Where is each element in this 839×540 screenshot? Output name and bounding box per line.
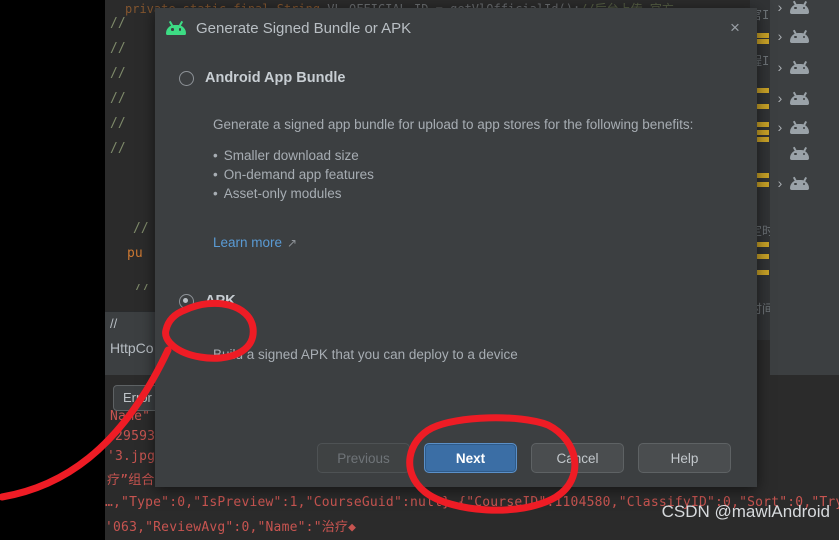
benefit-item: Smaller download size bbox=[213, 146, 733, 165]
radio-bundle-label: Android App Bundle bbox=[205, 70, 346, 86]
chevron-right-icon[interactable]: › bbox=[770, 0, 790, 14]
code-comment-line: // bbox=[110, 41, 126, 56]
bundle-benefits-list: Smaller download size On-demand app feat… bbox=[213, 146, 733, 203]
radio-option-android-app-bundle[interactable]: Android App Bundle bbox=[179, 70, 733, 86]
code-keyword-snippet: pu bbox=[127, 246, 143, 261]
chevron-right-icon[interactable]: › bbox=[770, 29, 790, 43]
code-comment-line: // bbox=[110, 66, 126, 81]
device-tree-panel[interactable]: › › › › › › bbox=[770, 0, 839, 375]
code-comment-line: // bbox=[110, 91, 126, 106]
breadcrumb-label: // bbox=[110, 316, 118, 331]
benefit-item: On-demand app features bbox=[213, 165, 733, 184]
dialog-titlebar: Generate Signed Bundle or APK × bbox=[155, 8, 757, 48]
code-comment-line: // bbox=[110, 141, 126, 156]
radio-apk-icon[interactable] bbox=[179, 293, 194, 309]
android-device-icon bbox=[790, 0, 809, 14]
external-link-icon: ↗ bbox=[287, 236, 298, 250]
code-comment-line: // bbox=[133, 221, 149, 236]
learn-more-link[interactable]: Learn more ↗ bbox=[213, 235, 297, 250]
chevron-right-icon[interactable]: › bbox=[770, 120, 790, 134]
android-device-icon bbox=[790, 176, 809, 190]
generate-signed-bundle-dialog[interactable]: Generate Signed Bundle or APK × Android … bbox=[155, 8, 757, 487]
learn-more-label: Learn more bbox=[213, 235, 283, 250]
tree-row[interactable]: › bbox=[770, 168, 839, 198]
next-button[interactable]: Next bbox=[424, 443, 517, 473]
help-button[interactable]: Help bbox=[638, 443, 731, 473]
dialog-body: Android App Bundle Generate a signed app… bbox=[155, 70, 757, 362]
benefit-item: Asset-only modules bbox=[213, 184, 733, 203]
console-line: '063,"ReviewAvg":0,"Name":"治疗◆ bbox=[105, 520, 357, 535]
chevron-right-icon[interactable]: › bbox=[770, 91, 790, 105]
android-robot-icon bbox=[166, 20, 186, 35]
chevron-right-icon[interactable]: › bbox=[770, 60, 790, 74]
close-icon[interactable]: × bbox=[727, 19, 743, 36]
tab-httpconnect[interactable]: HttpCo bbox=[110, 340, 154, 356]
radio-apk-label: APK bbox=[205, 293, 236, 309]
tree-row[interactable]: › bbox=[770, 0, 839, 22]
tree-row[interactable]: › bbox=[770, 83, 839, 113]
chevron-right-icon[interactable]: › bbox=[770, 176, 790, 190]
android-device-icon bbox=[790, 91, 809, 105]
bundle-description: Generate a signed app bundle for upload … bbox=[213, 117, 694, 132]
radio-option-apk[interactable]: APK bbox=[179, 293, 733, 309]
tree-row[interactable]: › bbox=[770, 52, 839, 82]
previous-button[interactable]: Previous bbox=[317, 443, 410, 473]
watermark: CSDN @mawlAndroid bbox=[661, 502, 830, 521]
tree-row[interactable]: › bbox=[770, 21, 839, 51]
android-device-icon bbox=[790, 146, 809, 160]
android-device-icon bbox=[790, 29, 809, 43]
cancel-button[interactable]: Cancel bbox=[531, 443, 624, 473]
apk-description: Build a signed APK that you can deploy t… bbox=[213, 347, 518, 362]
android-device-icon bbox=[790, 60, 809, 74]
code-comment-line: // bbox=[133, 283, 149, 290]
tree-row[interactable] bbox=[770, 138, 839, 168]
code-comment-line: // bbox=[110, 116, 126, 131]
dialog-title: Generate Signed Bundle or APK bbox=[196, 19, 412, 37]
dialog-button-row: Previous Next Cancel Help bbox=[155, 443, 757, 473]
android-device-icon bbox=[790, 120, 809, 134]
code-comment-line: // bbox=[110, 16, 126, 31]
radio-bundle-icon[interactable] bbox=[179, 70, 194, 86]
